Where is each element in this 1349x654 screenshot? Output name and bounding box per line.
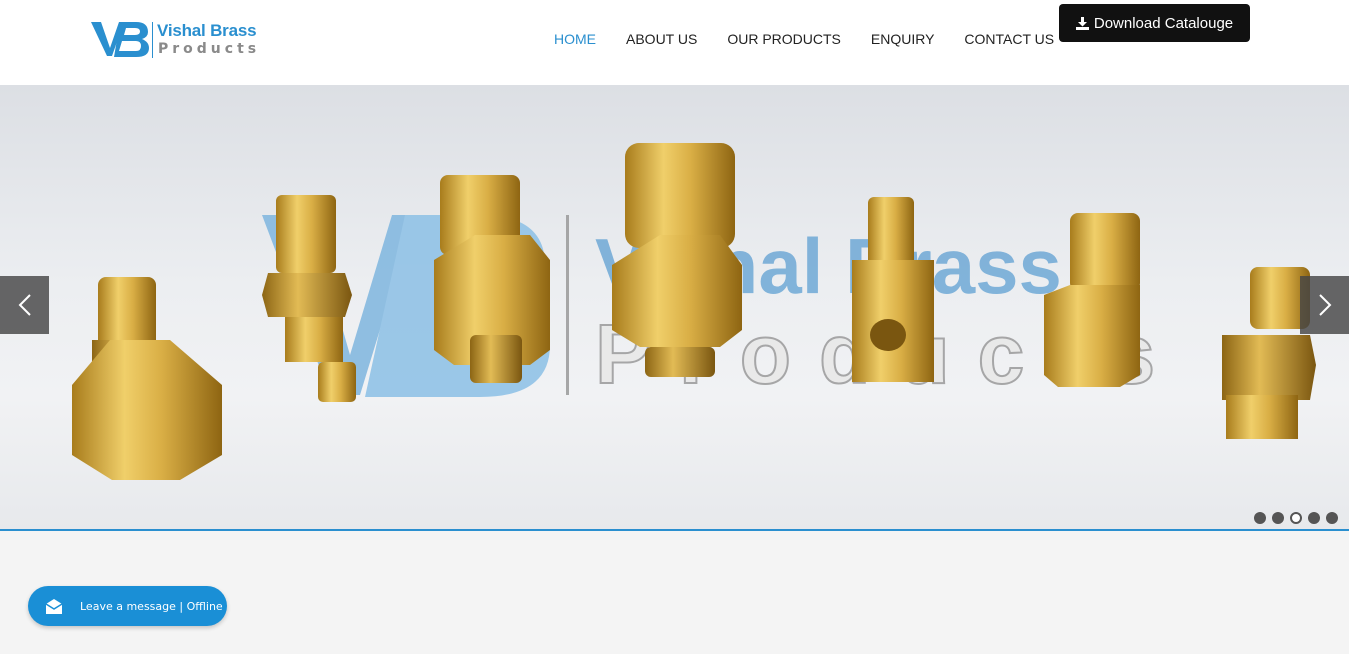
envelope-icon xyxy=(44,597,64,620)
nav-about-us[interactable]: ABOUT US xyxy=(626,31,697,49)
slider-dot-5[interactable] xyxy=(1326,512,1338,524)
slider-bottom-border xyxy=(0,529,1349,531)
hero-slider[interactable]: Vishal Brass Products xyxy=(0,85,1349,530)
slider-next-button[interactable] xyxy=(1300,276,1349,334)
logo-subtitle: Products xyxy=(158,41,261,57)
chat-widget-label: Leave a message | Offline xyxy=(80,600,223,613)
logo-name: Vishal Brass xyxy=(157,21,257,40)
slider-prev-button[interactable] xyxy=(0,276,49,334)
slide-image: Vishal Brass Products xyxy=(72,143,1316,480)
chevron-right-icon xyxy=(1318,294,1331,316)
download-catalogue-button[interactable]: Download Catalouge xyxy=(1059,4,1250,42)
main-nav: HOME ABOUT US OUR PRODUCTS ENQUIRY CONTA… xyxy=(540,31,1084,49)
slider-dot-2[interactable] xyxy=(1272,512,1284,524)
site-header: Vishal Brass Products HOME ABOUT US OUR … xyxy=(0,0,1349,85)
nav-home[interactable]: HOME xyxy=(554,31,596,49)
logo-divider xyxy=(152,22,153,58)
brass-fitting-3 xyxy=(434,175,550,383)
chevron-left-icon xyxy=(18,294,31,316)
download-catalogue-label: Download Catalouge xyxy=(1093,14,1234,32)
chat-widget-button[interactable]: Leave a message | Offline xyxy=(28,586,227,626)
nav-enquiry[interactable]: ENQUIRY xyxy=(871,31,935,49)
slider-dot-4[interactable] xyxy=(1308,512,1320,524)
logo-mark-icon xyxy=(91,22,149,57)
nav-contact-us[interactable]: CONTACT US xyxy=(964,31,1054,49)
download-icon xyxy=(1075,16,1089,30)
slider-pagination xyxy=(1254,512,1344,524)
brass-fitting-2 xyxy=(262,195,356,402)
brass-fitting-1 xyxy=(72,277,222,480)
slider-dot-1[interactable] xyxy=(1254,512,1266,524)
site-logo[interactable]: Vishal Brass Products xyxy=(90,18,265,60)
slider-dot-3[interactable] xyxy=(1290,512,1302,524)
nav-our-products[interactable]: OUR PRODUCTS xyxy=(727,31,841,49)
